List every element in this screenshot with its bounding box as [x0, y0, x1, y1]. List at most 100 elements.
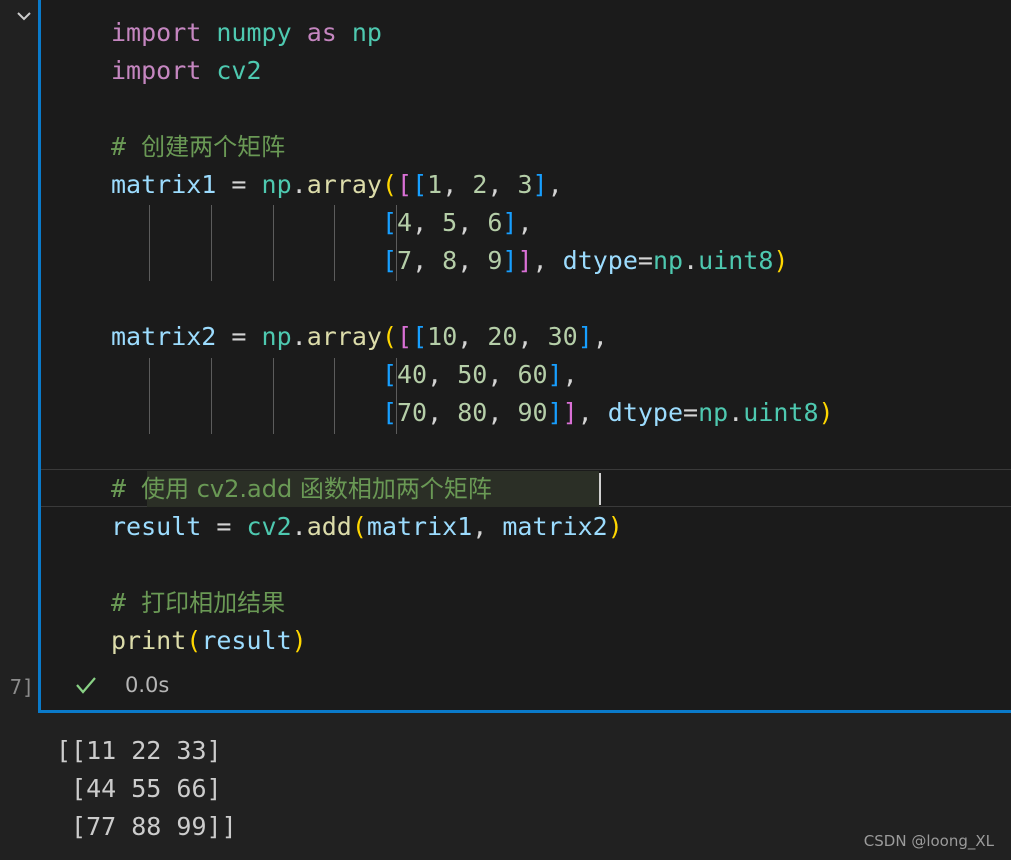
- cell-run-time: 0.0s: [125, 673, 170, 697]
- code-token: (: [381, 322, 398, 351]
- code-token: dtype: [562, 246, 638, 275]
- code-line[interactable]: [4, 5, 6],: [41, 204, 1011, 242]
- cell-status-bar: 0.0s: [41, 660, 1011, 710]
- code-line[interactable]: [70, 80, 90]], dtype=np.uint8): [41, 394, 1011, 432]
- code-token: ]: [577, 322, 593, 351]
- code-token: ,: [442, 170, 473, 199]
- code-token: =: [637, 246, 653, 275]
- code-token: [: [381, 398, 397, 427]
- code-line[interactable]: # 创建两个矩阵: [41, 128, 1011, 166]
- code-token: np: [261, 322, 292, 351]
- code-token: 创建两个矩阵: [141, 133, 286, 161]
- code-token: ,: [412, 246, 443, 275]
- code-token: 5: [442, 208, 458, 237]
- code-token: 7: [397, 246, 413, 275]
- code-line[interactable]: [41, 90, 1011, 128]
- notebook-code-cell[interactable]: import numpy as np import cv2 # 创建两个矩阵 matr…: [38, 0, 1011, 713]
- code-token: ,: [517, 322, 548, 351]
- code-token: np: [261, 170, 292, 199]
- code-token: .: [291, 322, 307, 351]
- code-token: [: [381, 208, 397, 237]
- code-token: ,: [547, 170, 563, 199]
- code-token: 20: [487, 322, 518, 351]
- code-token: np: [652, 246, 684, 275]
- code-token: 50: [457, 360, 488, 389]
- code-token: =: [216, 170, 262, 199]
- code-line[interactable]: # 打印相加结果: [41, 584, 1011, 622]
- code-line[interactable]: # 使用 cv2.add 函数相加两个矩阵: [41, 470, 1011, 508]
- code-line[interactable]: print(result): [41, 622, 1011, 660]
- code-token: 40: [397, 360, 428, 389]
- code-token: ,: [577, 398, 608, 427]
- code-token: ,: [457, 208, 488, 237]
- code-token: ]: [532, 170, 548, 199]
- code-token: result: [111, 512, 202, 541]
- watermark-label: CSDN @loong_XL: [863, 832, 994, 850]
- code-token: ,: [457, 246, 488, 275]
- code-line[interactable]: [40, 50, 60],: [41, 356, 1011, 394]
- code-token: ,: [487, 170, 518, 199]
- code-line[interactable]: import numpy as np: [41, 14, 1011, 52]
- code-token: ]: [517, 246, 533, 275]
- code-line[interactable]: import cv2: [41, 52, 1011, 90]
- code-token: cv2: [216, 56, 262, 85]
- code-token: [: [381, 246, 397, 275]
- code-token: 使用 cv2.add 函数相加两个矩阵: [141, 475, 492, 503]
- code-token: import: [111, 18, 202, 47]
- code-token: ]: [502, 208, 518, 237]
- code-line[interactable]: matrix1 = np.array([[1, 2, 3],: [41, 166, 1011, 204]
- code-token: ): [607, 512, 623, 541]
- code-token: as: [306, 18, 337, 47]
- code-token: ]: [547, 398, 563, 427]
- cell-output-area: [[11 22 33] [44 55 66] [77 88 99]]: [0, 716, 1011, 860]
- code-token: ]: [502, 246, 518, 275]
- code-token: import: [111, 56, 202, 85]
- code-token: array: [306, 322, 382, 351]
- code-token: 1: [427, 170, 443, 199]
- code-token: 4: [397, 208, 413, 237]
- code-token: dtype: [607, 398, 684, 427]
- code-token: (: [186, 626, 202, 655]
- code-line[interactable]: [41, 280, 1011, 318]
- code-token: ]: [547, 360, 563, 389]
- code-editor[interactable]: import numpy as np import cv2 # 创建两个矩阵 matr…: [41, 0, 1011, 660]
- code-token: [: [397, 322, 413, 351]
- code-token: .: [291, 512, 307, 541]
- code-token: 3: [517, 170, 533, 199]
- code-line[interactable]: [7, 8, 9]], dtype=np.uint8): [41, 242, 1011, 280]
- notebook-editor: 7] import numpy as np import cv2 # 创建两个矩阵 m…: [0, 0, 1011, 860]
- cell-execution-count: 7]: [9, 675, 34, 699]
- code-token: ,: [532, 246, 563, 275]
- chevron-down-icon: [17, 12, 31, 21]
- code-token: 6: [487, 208, 503, 237]
- code-token: np: [698, 398, 729, 427]
- code-token: ,: [412, 208, 443, 237]
- code-token: ,: [472, 512, 503, 541]
- code-line[interactable]: [41, 546, 1011, 584]
- code-token: 2: [472, 170, 488, 199]
- code-token: 8: [442, 246, 458, 275]
- code-token: #: [111, 474, 142, 503]
- code-token: (: [381, 170, 398, 199]
- output-line: [[11 22 33]: [56, 736, 222, 765]
- code-line[interactable]: [41, 432, 1011, 470]
- code-token: ): [291, 626, 307, 655]
- code-token: array: [306, 170, 382, 199]
- code-token: 70: [397, 398, 428, 427]
- code-line[interactable]: matrix2 = np.array([[10, 20, 30],: [41, 318, 1011, 356]
- cell-collapse-chevron[interactable]: [12, 4, 36, 28]
- code-token: 10: [427, 322, 458, 351]
- code-token: ,: [562, 360, 578, 389]
- output-line: [77 88 99]]: [56, 812, 237, 841]
- code-token: add: [306, 512, 352, 541]
- code-token: matrix2: [502, 512, 608, 541]
- code-token: ,: [592, 322, 608, 351]
- code-line[interactable]: result = cv2.add(matrix1, matrix2): [41, 508, 1011, 546]
- output-line: [44 55 66]: [56, 774, 222, 803]
- code-token: print: [111, 626, 187, 655]
